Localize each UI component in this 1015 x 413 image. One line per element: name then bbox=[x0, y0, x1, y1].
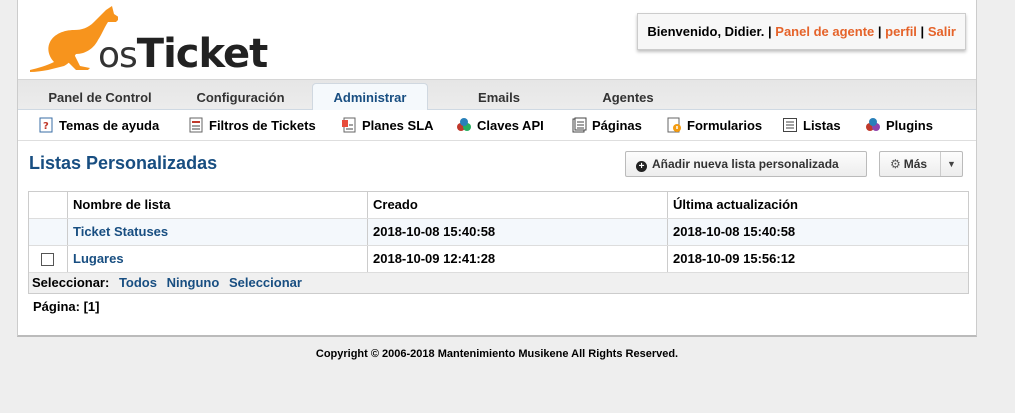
logo-ticket: Ticket bbox=[136, 31, 268, 77]
plus-circle-icon: + bbox=[636, 161, 647, 172]
plugins-icon bbox=[866, 118, 880, 131]
svg-text:?: ? bbox=[43, 121, 49, 132]
api-keys-icon bbox=[457, 118, 471, 131]
list-name-cell: Ticket Statuses bbox=[67, 219, 367, 245]
help-topics-icon: ? bbox=[39, 117, 53, 133]
select-toggle-link[interactable]: Seleccionar bbox=[229, 275, 302, 290]
subnav-label: Plugins bbox=[886, 118, 933, 133]
more-dropdown-button[interactable]: ⚙ Más ▼ bbox=[879, 151, 963, 177]
column-header-name[interactable]: Nombre de lista bbox=[67, 192, 367, 218]
more-button-label: Más bbox=[903, 157, 928, 171]
subnav-label: Listas bbox=[803, 118, 841, 133]
row-checkbox[interactable] bbox=[41, 253, 54, 266]
subnav-label: Páginas bbox=[592, 118, 642, 133]
separator: | bbox=[916, 24, 928, 39]
footer-copyright: Copyright © 2006-2018 Mantenimiento Musi… bbox=[315, 348, 679, 360]
lists-table: Nombre de lista Creado Última actualizac… bbox=[28, 191, 969, 294]
user-info-box: Bienvenido, Didier. | Panel de agente | … bbox=[637, 13, 966, 50]
list-name-link[interactable]: Lugares bbox=[73, 251, 124, 266]
table-row: Lugares 2018-10-09 12:41:28 2018-10-09 1… bbox=[29, 246, 968, 273]
list-name-cell: Lugares bbox=[67, 246, 367, 272]
page-label: Página: bbox=[33, 299, 80, 314]
header-checkbox-cell bbox=[29, 192, 67, 218]
sub-nav: ? Temas de ayuda Filtros de Tickets Plane… bbox=[18, 110, 976, 141]
subnav-label: Planes SLA bbox=[362, 118, 434, 133]
current-page[interactable]: [1] bbox=[84, 299, 100, 314]
select-all-link[interactable]: Todos bbox=[119, 275, 157, 290]
gear-icon: ⚙ bbox=[890, 157, 901, 171]
subnav-help-topics[interactable]: ? Temas de ayuda bbox=[38, 117, 159, 135]
separator: | bbox=[764, 24, 776, 39]
profile-link[interactable]: perfil bbox=[885, 24, 917, 39]
list-name-link[interactable]: Ticket Statuses bbox=[73, 224, 168, 239]
lists-icon bbox=[783, 118, 797, 132]
subnav-plugins[interactable]: Plugins bbox=[865, 117, 933, 135]
page-container: osTicket Bienvenido, Didier. | Panel de … bbox=[17, 0, 977, 337]
welcome-text: Bienvenido, Didier. bbox=[647, 24, 765, 39]
separator: | bbox=[874, 24, 886, 39]
updated-cell: 2018-10-09 15:56:12 bbox=[667, 246, 970, 272]
tab-emails[interactable]: Emails bbox=[466, 86, 532, 111]
created-cell: 2018-10-08 15:40:58 bbox=[367, 219, 667, 245]
column-header-created[interactable]: Creado bbox=[367, 192, 667, 218]
tab-dashboard[interactable]: Panel de Control bbox=[40, 86, 160, 111]
subnav-label: Formularios bbox=[687, 118, 763, 133]
updated-cell: 2018-10-08 15:40:58 bbox=[667, 219, 970, 245]
subnav-ticket-filters[interactable]: Filtros de Tickets bbox=[188, 117, 316, 135]
column-header-updated[interactable]: Última actualización bbox=[667, 192, 970, 218]
subnav-lists[interactable]: Listas bbox=[782, 117, 841, 135]
sla-icon bbox=[342, 117, 356, 133]
row-checkbox-cell bbox=[29, 246, 67, 272]
subnav-api-keys[interactable]: Claves API bbox=[456, 117, 544, 135]
tab-settings[interactable]: Configuración bbox=[183, 86, 298, 111]
subnav-sla-plans[interactable]: Planes SLA bbox=[341, 117, 434, 135]
agent-panel-link[interactable]: Panel de agente bbox=[775, 24, 874, 39]
pages-icon bbox=[572, 117, 587, 133]
select-row: Seleccionar: Todos Ninguno Seleccionar bbox=[29, 273, 968, 293]
logo-os: os bbox=[98, 35, 138, 76]
add-custom-list-button[interactable]: + Añadir nueva lista personalizada bbox=[625, 151, 867, 177]
table-header: Nombre de lista Creado Última actualizac… bbox=[29, 192, 968, 219]
subnav-forms[interactable]: Formularios bbox=[666, 117, 762, 135]
page-title: Listas Personalizadas bbox=[29, 153, 218, 173]
add-button-label: Añadir nueva lista personalizada bbox=[652, 157, 839, 171]
subnav-pages[interactable]: Páginas bbox=[571, 117, 642, 135]
logo[interactable]: osTicket bbox=[28, 4, 268, 76]
tab-manage[interactable]: Administrar bbox=[312, 83, 428, 111]
select-label: Seleccionar: bbox=[32, 275, 110, 290]
subnav-label: Claves API bbox=[477, 118, 544, 133]
logo-text: osTicket bbox=[98, 31, 268, 77]
tab-agents[interactable]: Agentes bbox=[592, 86, 664, 111]
row-checkbox-cell bbox=[29, 219, 67, 245]
table-row: Ticket Statuses 2018-10-08 15:40:58 2018… bbox=[29, 219, 968, 246]
logout-link[interactable]: Salir bbox=[928, 24, 956, 39]
filters-icon bbox=[189, 117, 203, 133]
forms-icon bbox=[667, 117, 681, 133]
chevron-down-icon: ▼ bbox=[940, 152, 962, 176]
subnav-label: Temas de ayuda bbox=[59, 118, 160, 133]
select-none-link[interactable]: Ninguno bbox=[167, 275, 220, 290]
header: osTicket Bienvenido, Didier. | Panel de … bbox=[18, 0, 976, 80]
pagination: Página: [1] bbox=[33, 299, 99, 314]
created-cell: 2018-10-09 12:41:28 bbox=[367, 246, 667, 272]
main-nav: Panel de Control Configuración Administr… bbox=[18, 79, 976, 111]
subnav-label: Filtros de Tickets bbox=[209, 118, 316, 133]
